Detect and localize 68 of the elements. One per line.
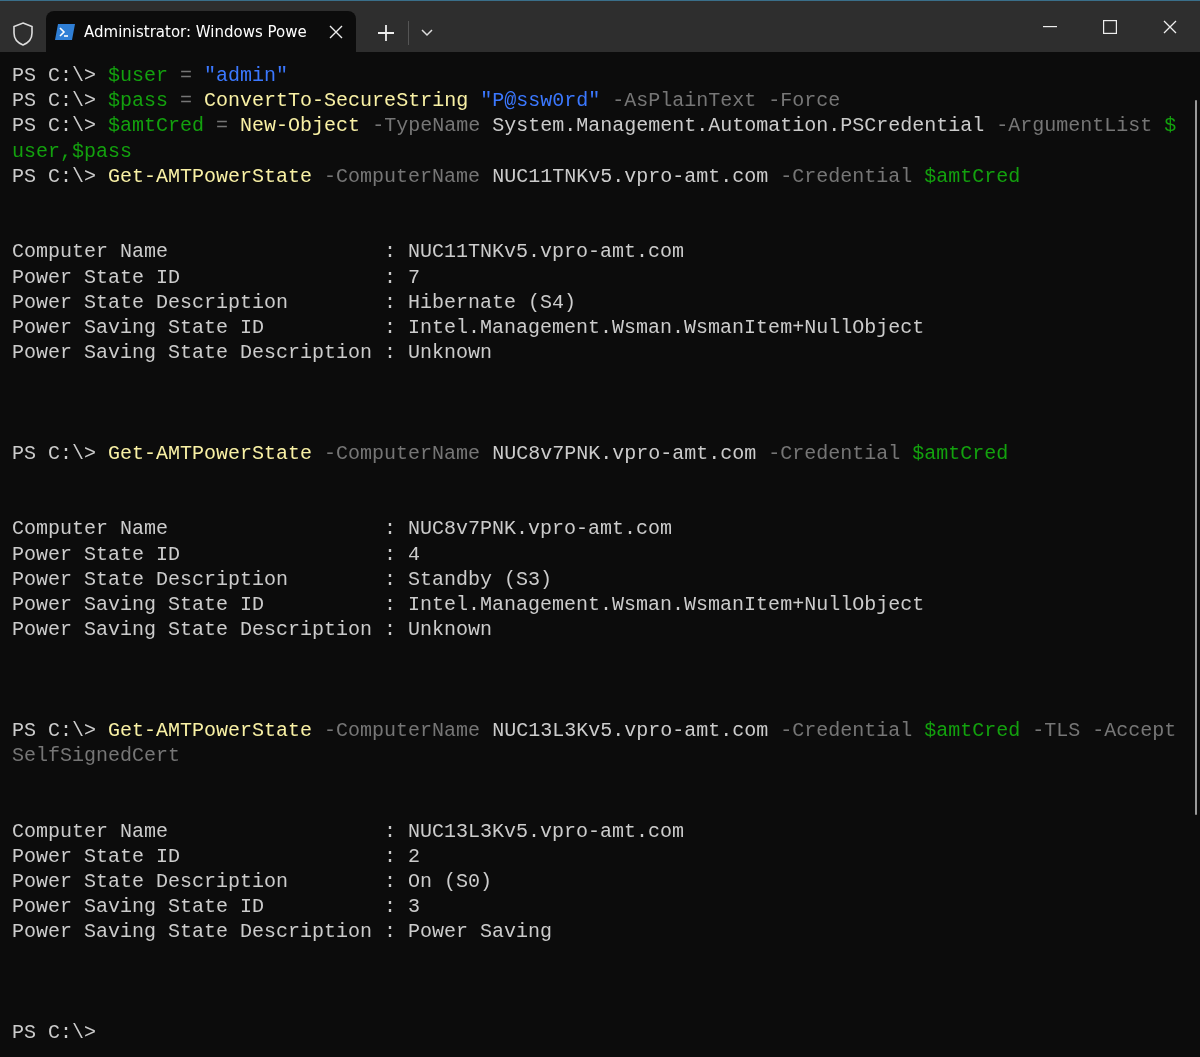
close-icon <box>1163 20 1177 34</box>
cmdlet-name: ConvertTo-SecureString <box>204 89 469 113</box>
variable-name: $user <box>108 64 169 87</box>
output-line: Power Saving State Description : Unknown <box>12 341 493 365</box>
output-line: Power State Description : Hibernate (S4) <box>12 290 577 314</box>
plus-icon <box>377 24 395 42</box>
output-line: Power State Description : On (S0) <box>12 870 493 893</box>
parameter-name: -Credential <box>768 441 901 465</box>
parameter-name: -ArgumentList <box>996 114 1153 138</box>
prompt-text: PS C:\> <box>12 441 96 465</box>
parameter-name: -ComputerName <box>324 718 481 742</box>
output-line: Computer Name : NUC11TNKv5.vpro-amt.com <box>12 240 685 264</box>
variable-name: $amtCred <box>924 718 1021 742</box>
parameter-name: -Credential <box>780 164 913 188</box>
argument-text: System.Management.Automation.PSCredential <box>492 114 985 138</box>
terminal-icon <box>54 23 76 41</box>
variable-name: $amtCred <box>912 441 1009 465</box>
output-line: Power State Description : Standby (S3) <box>12 567 553 591</box>
cmdlet-name: Get-AMTPowerState <box>108 164 313 188</box>
minimize-icon <box>1043 26 1057 28</box>
variable-name: $ <box>1164 114 1177 138</box>
prompt-text: PS C:\> <box>12 718 96 742</box>
parameter-name: -Force <box>768 89 841 113</box>
parameter-name: -TLS <box>1032 718 1081 742</box>
output-line: Power Saving State ID : Intel.Management.Wsman.WsmanItem+NullObject <box>12 592 925 616</box>
variable-name: user,$pass <box>12 139 133 163</box>
terminal-tab[interactable]: Administrator: Windows Powe <box>46 11 356 53</box>
prompt-text: PS C:\> <box>12 114 96 138</box>
output-line: Power State ID : 7 <box>12 265 421 289</box>
parameter-name: -Credential <box>780 718 913 742</box>
operator-sign: = <box>180 89 193 113</box>
chevron-down-icon <box>421 29 433 37</box>
output-line: Power Saving State ID : 3 <box>12 895 421 919</box>
tab-title: Administrator: Windows Powe <box>84 21 308 43</box>
operator-sign: = <box>216 114 229 138</box>
prompt-text: PS C:\> <box>12 89 96 113</box>
parameter-name: -ComputerName <box>324 441 481 465</box>
output-line: Computer Name : NUC13L3Kv5.vpro-amt.com <box>12 819 685 843</box>
output-line: Computer Name : NUC8v7PNK.vpro-amt.com <box>12 517 673 541</box>
argument-text: NUC11TNKv5.vpro-amt.com <box>492 164 769 188</box>
cmdlet-name: Get-AMTPowerState <box>108 441 313 465</box>
scrollbar[interactable] <box>1195 100 1197 815</box>
argument-text: NUC13L3Kv5.vpro-amt.com <box>492 718 769 742</box>
output-line: Power Saving State Description : Unknown <box>12 618 493 642</box>
cmdlet-name: New-Object <box>240 114 361 138</box>
string-literal: "P@ssw0rd" <box>480 89 601 113</box>
operator-sign: = <box>180 64 193 87</box>
variable-name: $amtCred <box>108 114 205 138</box>
shield-icon <box>12 22 34 46</box>
close-icon <box>329 25 343 39</box>
maximize-icon <box>1103 20 1117 34</box>
prompt-text: PS C:\> <box>12 164 96 188</box>
parameter-name: -ComputerName <box>324 164 481 188</box>
parameter-name: -TypeName <box>372 114 481 138</box>
output-line: Power Saving State ID : Intel.Management.Wsman.WsmanItem+NullObject <box>12 315 925 339</box>
output-line: Power State ID : 2 <box>12 844 421 868</box>
parameter-name: -Accept <box>1092 718 1177 742</box>
variable-name: $amtCred <box>924 164 1021 188</box>
output-line: Power Saving State Description : Power Saving <box>12 920 553 944</box>
parameter-name: -AsPlainText <box>612 89 757 113</box>
prompt-text: PS C:\> <box>12 64 96 87</box>
output-line: Power State ID : 4 <box>12 542 421 566</box>
argument-text: NUC8v7PNK.vpro-amt.com <box>492 441 757 465</box>
prompt-text: PS C:\> <box>12 1021 96 1045</box>
string-literal: "admin" <box>204 64 289 87</box>
cmdlet-name: Get-AMTPowerState <box>108 718 313 742</box>
parameter-name: SelfSignedCert <box>12 744 181 768</box>
variable-name: $pass <box>108 89 169 113</box>
